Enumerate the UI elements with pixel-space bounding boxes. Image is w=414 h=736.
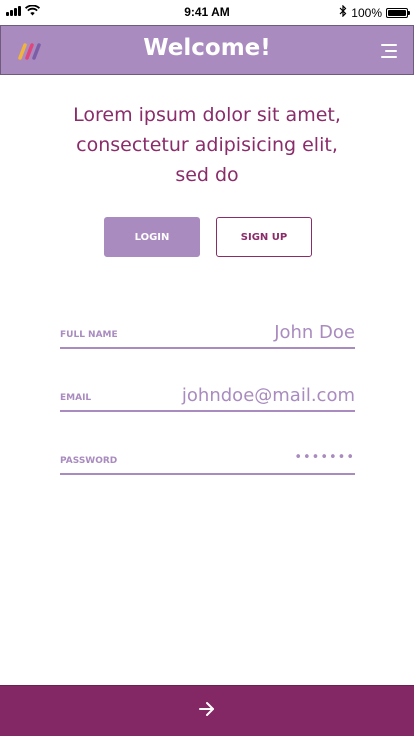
login-tab-button[interactable]: LOGIN bbox=[104, 217, 200, 257]
intro-text: Lorem ipsum dolor sit amet, consectetur … bbox=[73, 104, 341, 186]
email-field[interactable]: EMAIL johndoe@mail.com bbox=[60, 372, 355, 412]
status-indicators-right: 100% bbox=[339, 4, 410, 20]
full-name-field[interactable]: FULL NAME John Doe bbox=[60, 309, 355, 349]
page-title: Welcome! bbox=[143, 35, 271, 61]
bluetooth-icon bbox=[339, 4, 347, 20]
email-value[interactable]: johndoe@mail.com bbox=[182, 385, 355, 406]
battery-level-fill bbox=[388, 9, 406, 16]
arrow-right-icon bbox=[198, 701, 216, 721]
status-bar: 9:41 AM 100% bbox=[0, 0, 414, 24]
full-name-label: FULL NAME bbox=[60, 330, 118, 340]
full-name-value[interactable]: John Doe bbox=[274, 322, 355, 343]
signup-tab-button[interactable]: SIGN UP bbox=[216, 217, 312, 257]
email-label: EMAIL bbox=[60, 393, 92, 403]
password-label: PASSWORD bbox=[60, 456, 118, 466]
battery-icon bbox=[386, 7, 410, 18]
app-header: Welcome! bbox=[0, 25, 414, 75]
hamburger-menu-icon[interactable] bbox=[379, 43, 397, 59]
password-field[interactable]: PASSWORD ••••••• bbox=[60, 435, 355, 475]
battery-percentage: 100% bbox=[351, 5, 382, 20]
submit-button[interactable] bbox=[0, 685, 414, 736]
password-value[interactable]: ••••••• bbox=[294, 450, 355, 465]
